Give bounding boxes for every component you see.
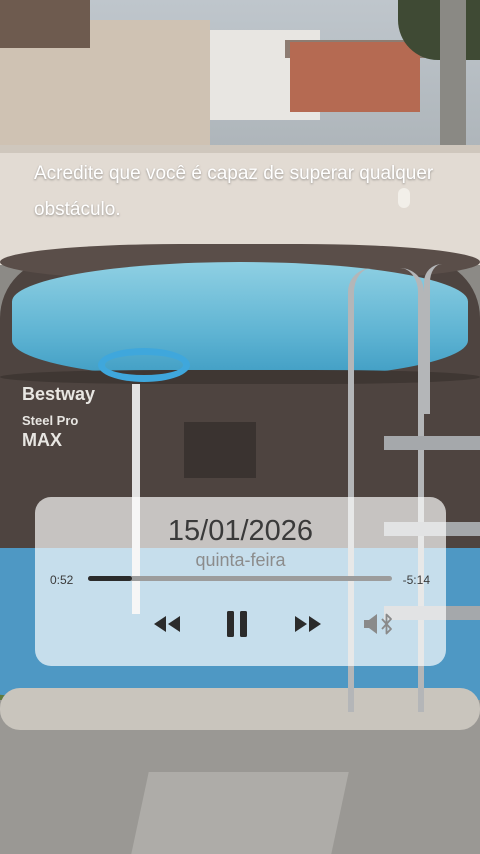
elapsed-time: 0:52 [50, 573, 74, 587]
rewind-button[interactable] [149, 609, 185, 639]
fast-forward-button[interactable] [290, 609, 326, 639]
motivation-text: Acredite que você é capaz de superar qua… [34, 163, 434, 220]
stone-slab [131, 772, 349, 854]
neighbor-house-right [290, 42, 420, 112]
background-photo: Bestway Steel Pro MAX [0, 0, 480, 854]
pool-ladder-rail [424, 264, 470, 414]
progress-bar[interactable] [88, 576, 392, 581]
neighbor-roof-left [0, 0, 90, 48]
garden-wall-top [0, 145, 480, 153]
progress-bar-fill [88, 576, 132, 581]
pool-model-line1: Steel Pro [22, 413, 79, 428]
pool-sticker [184, 422, 256, 478]
pause-icon [227, 611, 247, 637]
ladder-step [384, 436, 480, 450]
pause-button[interactable] [219, 609, 255, 639]
remaining-time: -5:14 [402, 573, 430, 587]
player-date: 15/01/2026 [167, 515, 314, 547]
pool-model-line2: MAX [22, 430, 62, 450]
pool-brand-name: Bestway [22, 384, 96, 404]
fast-forward-icon [295, 616, 321, 632]
audio-output-button[interactable] [361, 609, 397, 639]
speaker-bluetooth-icon [364, 613, 392, 635]
rewind-icon [154, 616, 180, 632]
pool-brand-logo: Bestway Steel Pro MAX [22, 384, 95, 451]
media-player-widget: 15/01/2026 quinta-feira 0:52 -5:14 [35, 497, 446, 666]
pool-float [98, 348, 190, 382]
utility-pole [440, 0, 466, 150]
player-weekday: quinta-feira [195, 550, 286, 570]
